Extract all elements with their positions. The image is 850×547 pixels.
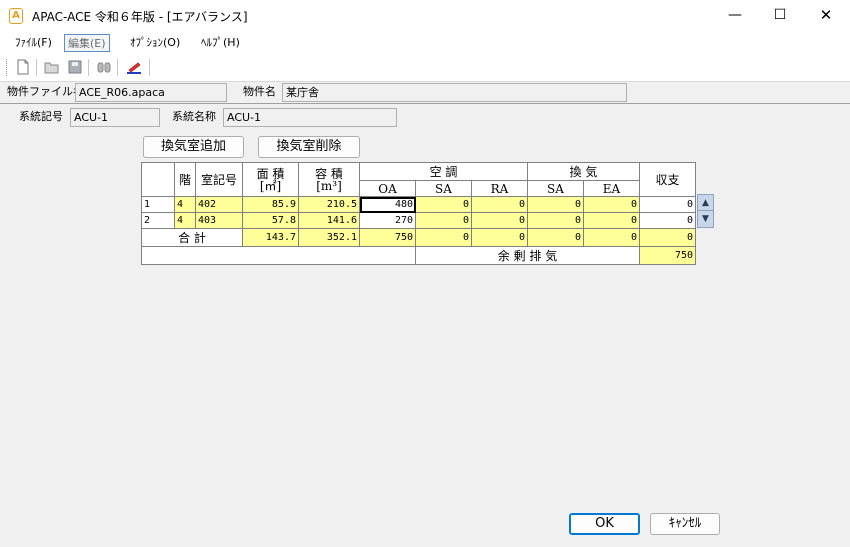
app-logo-icon: A <box>9 8 23 24</box>
air-balance-table: 階 室記号 面 積 [㎡] 容 積 [m³] 空 調 換 気 収支 OA SA RA… <box>141 162 696 265</box>
scroll-down-icon[interactable]: ▼ <box>698 211 713 227</box>
system-code-label: 系統記号 <box>19 110 63 123</box>
sa-header: SA <box>415 180 472 197</box>
system-name-label: 系統名称 <box>172 110 216 123</box>
surplus-blank <box>141 246 416 265</box>
surplus-exhaust-value: 750 <box>639 246 696 265</box>
total-oa-cell: 750 <box>359 228 416 247</box>
total-ra-cell: 0 <box>471 228 528 247</box>
menu-edit[interactable]: 編集(E) <box>64 34 110 52</box>
property-info-bar: 物件ファイル名 ACE_R06.apaca 物件名 某庁舎 <box>0 81 850 103</box>
delete-vent-room-button[interactable]: 換気室削除 <box>258 136 360 158</box>
property-name-field: 某庁舎 <box>282 83 627 102</box>
vent-sa-cell[interactable]: 0 <box>527 196 584 213</box>
floor-header: 階 <box>174 162 196 197</box>
balance-header: 収支 <box>639 162 696 197</box>
menu-file[interactable]: ﾌｧｲﾙ(F) <box>12 34 55 52</box>
system-code-field: ACU-1 <box>70 108 160 127</box>
volume-header: 容 積 [m³] <box>298 162 360 197</box>
menu-bar: ﾌｧｲﾙ(F) 編集(E) ｵﾌﾟｼｮﾝ(O) ﾍﾙﾌﾟ(H) <box>0 32 850 54</box>
add-vent-room-button[interactable]: 換気室追加 <box>143 136 244 158</box>
vent-group-header: 換 気 <box>527 162 640 181</box>
floor-cell[interactable]: 4 <box>174 196 196 213</box>
maximize-button[interactable]: ☐ <box>757 0 803 30</box>
save-icon[interactable] <box>67 59 83 75</box>
balance-cell: 0 <box>639 212 696 229</box>
row-number-cell: 2 <box>141 212 175 229</box>
area-cell[interactable]: 85.9 <box>242 196 299 213</box>
volume-cell[interactable]: 210.5 <box>298 196 360 213</box>
ea-header: EA <box>583 180 640 197</box>
table-row: 2 4 403 57.8 141.6 270 0 0 0 0 0 <box>141 212 696 229</box>
total-volume-cell: 352.1 <box>298 228 360 247</box>
total-row: 合 計 143.7 352.1 750 0 0 0 0 0 <box>141 228 696 247</box>
menu-options[interactable]: ｵﾌﾟｼｮﾝ(O) <box>127 34 183 52</box>
room-cell[interactable]: 403 <box>195 212 243 229</box>
balance-cell: 0 <box>639 196 696 213</box>
ea-cell[interactable]: 0 <box>583 196 640 213</box>
ok-button[interactable]: OK <box>569 513 640 535</box>
toolbar-separator <box>149 59 150 76</box>
scroll-up-icon[interactable]: ▲ <box>698 195 713 211</box>
surplus-row: 余 剰 排 気 750 <box>141 246 696 265</box>
surplus-exhaust-label: 余 剰 排 気 <box>415 246 640 265</box>
system-name-field: ACU-1 <box>223 108 397 127</box>
pen-chart-icon[interactable] <box>126 59 142 75</box>
menu-help[interactable]: ﾍﾙﾌﾟ(H) <box>198 34 243 52</box>
divider <box>0 103 850 104</box>
new-file-icon[interactable] <box>15 59 31 75</box>
oa-cell[interactable]: 270 <box>359 212 416 229</box>
minimize-button[interactable]: — <box>712 0 758 30</box>
ea-cell[interactable]: 0 <box>583 212 640 229</box>
area-cell[interactable]: 57.8 <box>242 212 299 229</box>
window-title: APAC-ACE 令和６年版 - [エアバランス] <box>32 10 248 24</box>
row-number-header <box>141 162 175 197</box>
file-name-label: 物件ファイル名 <box>7 85 84 98</box>
file-name-field: ACE_R06.apaca <box>75 83 227 102</box>
toolbar-separator <box>88 59 89 76</box>
toolbar-grip <box>6 59 8 76</box>
total-vent-sa-cell: 0 <box>527 228 584 247</box>
total-label: 合 計 <box>141 228 243 247</box>
toolbar-separator <box>117 59 118 76</box>
oa-cell[interactable]: 480 <box>359 196 416 213</box>
open-folder-icon[interactable] <box>44 59 60 75</box>
toolbar-separator <box>36 59 37 76</box>
ra-cell[interactable]: 0 <box>471 212 528 229</box>
table-row: 1 4 402 85.9 210.5 480 0 0 0 0 0 <box>141 196 696 213</box>
sa-cell[interactable]: 0 <box>415 196 472 213</box>
ra-cell[interactable]: 0 <box>471 196 528 213</box>
oa-header: OA <box>359 180 416 197</box>
room-cell[interactable]: 402 <box>195 196 243 213</box>
vent-sa-header: SA <box>527 180 584 197</box>
close-button[interactable]: ✕ <box>803 0 849 30</box>
row-number-cell: 1 <box>141 196 175 213</box>
vent-sa-cell[interactable]: 0 <box>527 212 584 229</box>
binoculars-icon[interactable] <box>96 59 112 75</box>
room-header: 室記号 <box>195 162 243 197</box>
title-bar: A APAC-ACE 令和６年版 - [エアバランス] — ☐ ✕ <box>0 0 850 32</box>
total-sa-cell: 0 <box>415 228 472 247</box>
total-balance-cell: 0 <box>639 228 696 247</box>
toolbar <box>0 54 850 81</box>
ac-group-header: 空 調 <box>359 162 528 181</box>
floor-cell[interactable]: 4 <box>174 212 196 229</box>
sa-cell[interactable]: 0 <box>415 212 472 229</box>
total-ea-cell: 0 <box>583 228 640 247</box>
volume-cell[interactable]: 141.6 <box>298 212 360 229</box>
row-scroller[interactable]: ▲ ▼ <box>697 194 714 228</box>
ra-header: RA <box>471 180 528 197</box>
area-header: 面 積 [㎡] <box>242 162 299 197</box>
total-area-cell: 143.7 <box>242 228 299 247</box>
property-name-label: 物件名 <box>243 85 276 98</box>
cancel-button[interactable]: ｷｬﾝｾﾙ <box>650 513 720 535</box>
